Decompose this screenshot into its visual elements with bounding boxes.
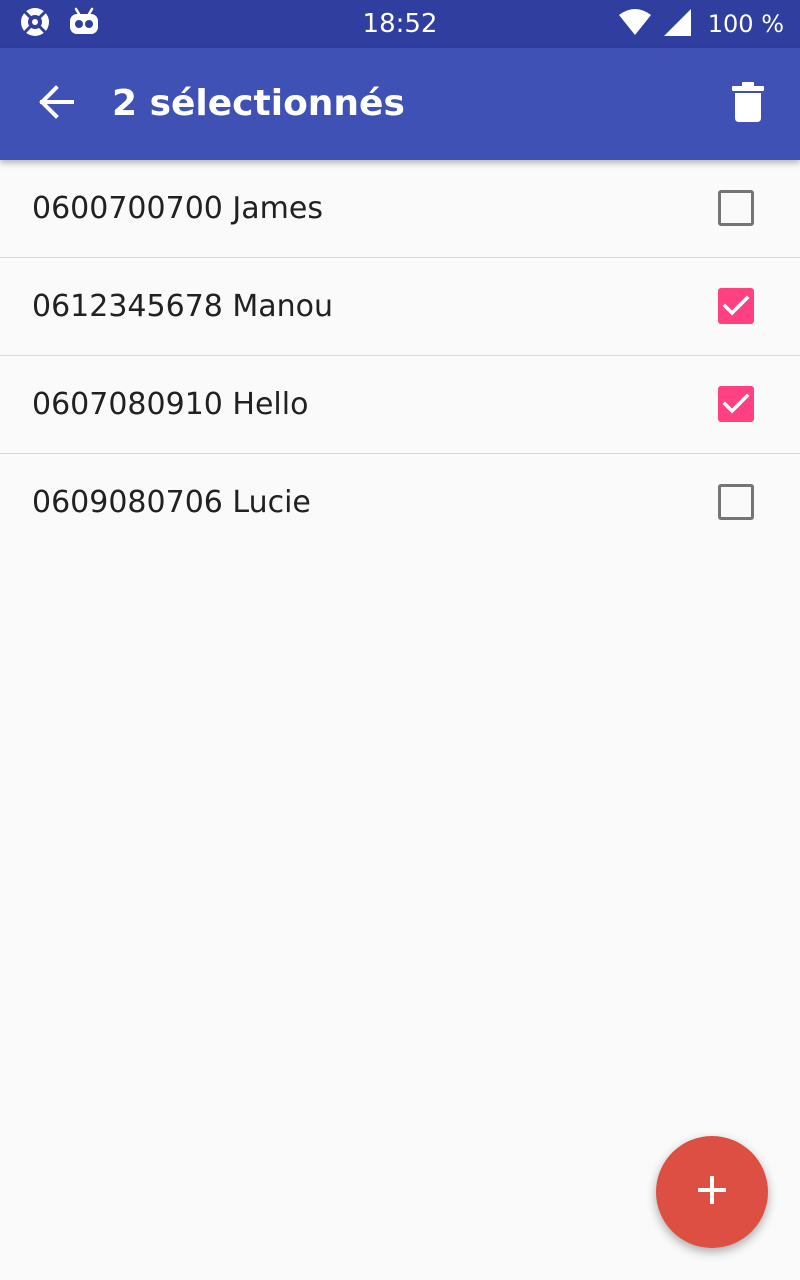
back-button[interactable] — [24, 72, 88, 136]
add-contact-button[interactable] — [656, 1136, 768, 1248]
checkbox-unchecked[interactable] — [718, 190, 754, 226]
checkbox-unchecked[interactable] — [718, 484, 754, 520]
trash-icon — [731, 81, 765, 127]
status-bar: 18:52 100 % — [0, 0, 800, 48]
checkbox-checked[interactable] — [718, 386, 754, 422]
contact-label: 0600700700 James — [32, 191, 323, 226]
wifi-icon — [618, 8, 652, 41]
contact-row[interactable]: 0600700700 James — [0, 160, 800, 258]
contact-label: 0612345678 Manou — [32, 289, 334, 324]
contact-list: 0600700700 James 0612345678 Manou 06070809… — [0, 160, 800, 551]
contact-row[interactable]: 0607080910 Hello — [0, 356, 800, 454]
page-title: 2 sélectionnés — [112, 83, 405, 124]
contact-label: 0609080706 Lucie — [32, 485, 311, 520]
contact-label: 0607080910 Hello — [32, 387, 309, 422]
checkbox-checked[interactable] — [718, 288, 754, 324]
arrow-back-icon — [36, 82, 76, 127]
delete-button[interactable] — [716, 72, 780, 136]
checkmark-icon — [722, 393, 750, 414]
contact-row[interactable]: 0609080706 Lucie — [0, 454, 800, 551]
selection-toolbar: 2 sélectionnés — [0, 48, 800, 160]
signal-icon — [662, 7, 692, 42]
contact-row[interactable]: 0612345678 Manou — [0, 258, 800, 356]
system-icons: 100 % — [618, 8, 784, 40]
checkmark-icon — [722, 295, 750, 316]
plus-icon — [696, 1174, 728, 1211]
battery-percentage: 100 % — [707, 10, 784, 38]
